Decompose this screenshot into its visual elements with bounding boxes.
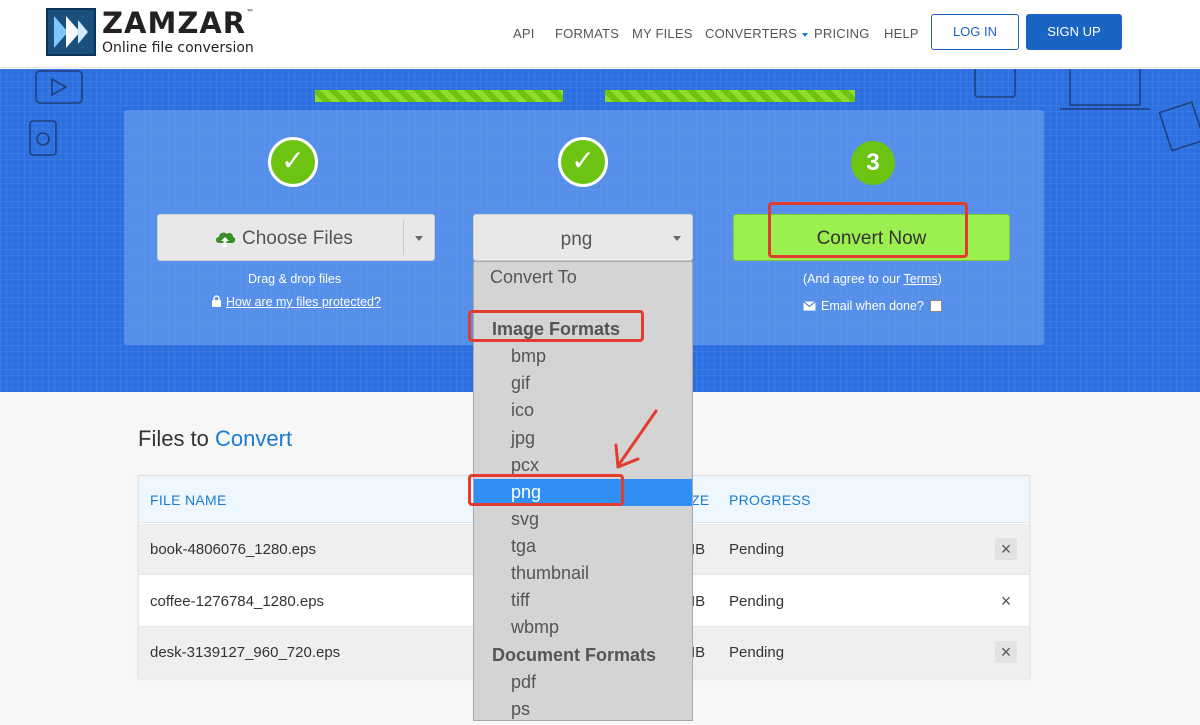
column-size: ZE bbox=[691, 492, 710, 508]
file-name-cell: coffee-1276784_1280.eps bbox=[150, 593, 325, 610]
option-pdf[interactable]: pdf bbox=[474, 669, 692, 696]
file-progress-cell: Pending bbox=[729, 541, 785, 558]
file-progress-cell: Pending bbox=[729, 644, 785, 661]
nav-api[interactable]: API bbox=[513, 26, 535, 41]
option-gif[interactable]: gif bbox=[474, 370, 692, 397]
chevron-down-icon[interactable] bbox=[415, 236, 423, 241]
files-protected-link[interactable]: How are my files protected? bbox=[211, 295, 381, 309]
brand-name[interactable]: ZAMZAR™ bbox=[102, 6, 255, 40]
annotation-arrow-icon bbox=[614, 409, 658, 469]
button-divider bbox=[403, 221, 404, 255]
step-3-number: 3 bbox=[851, 141, 895, 185]
file-name-cell: desk-3139127_960_720.eps bbox=[150, 644, 341, 661]
highlight-image-formats bbox=[468, 310, 644, 342]
files-to-convert-title: Files to Convert bbox=[138, 426, 293, 451]
remove-file-close-icon[interactable]: × bbox=[995, 641, 1017, 663]
site-header: ZAMZAR™ Online file conversion API FORMA… bbox=[0, 0, 1200, 68]
remove-file-close-icon[interactable]: × bbox=[995, 590, 1017, 612]
option-wbmp[interactable]: wbmp bbox=[474, 614, 692, 641]
option-ps[interactable]: ps bbox=[474, 696, 692, 720]
option-thumbnail[interactable]: thumbnail bbox=[474, 560, 692, 587]
chevron-down-icon bbox=[673, 236, 681, 241]
zamzar-logo-icon[interactable] bbox=[46, 8, 96, 56]
terms-agreement: (And agree to our Terms) bbox=[803, 272, 942, 286]
choose-files-button[interactable]: Choose Files bbox=[157, 214, 435, 261]
nav-my-files[interactable]: MY FILES bbox=[632, 26, 693, 41]
column-progress: PROGRESS bbox=[729, 492, 811, 508]
nav-help[interactable]: HELP bbox=[884, 26, 919, 41]
drag-drop-hint: Drag & drop files bbox=[248, 272, 342, 286]
chevron-down-icon bbox=[802, 32, 809, 37]
envelope-icon bbox=[803, 301, 816, 311]
step-2-complete-icon: ✓ bbox=[558, 137, 608, 187]
file-progress-cell: Pending bbox=[729, 593, 785, 610]
terms-link[interactable]: Terms bbox=[904, 272, 938, 286]
format-selected-value: png bbox=[560, 229, 593, 250]
option-svg[interactable]: svg bbox=[474, 506, 692, 533]
brand-tagline: Online file conversion bbox=[102, 40, 254, 56]
column-file-name: FILE NAME bbox=[150, 492, 227, 508]
email-when-done[interactable]: Email when done? bbox=[803, 299, 942, 313]
progress-track-1 bbox=[315, 90, 563, 102]
nav-pricing[interactable]: PRICING bbox=[814, 26, 870, 41]
option-tga[interactable]: tga bbox=[474, 533, 692, 560]
group-document-formats: Document Formats bbox=[492, 645, 657, 665]
email-checkbox[interactable] bbox=[929, 300, 942, 312]
nav-formats[interactable]: FORMATS bbox=[555, 26, 619, 41]
file-size-cell: IB bbox=[691, 644, 706, 661]
remove-file-close-icon[interactable]: × bbox=[995, 538, 1017, 560]
file-size-cell: IB bbox=[691, 593, 706, 610]
file-name-cell: book-4806076_1280.eps bbox=[150, 541, 316, 558]
signup-button[interactable]: SIGN UP bbox=[1026, 14, 1122, 50]
cloud-upload-icon bbox=[216, 232, 236, 247]
progress-track-2 bbox=[605, 90, 855, 102]
dropdown-header: Convert To bbox=[490, 267, 577, 287]
nav-converters[interactable]: CONVERTERS bbox=[705, 26, 809, 41]
highlight-png-option bbox=[468, 474, 624, 506]
file-size-cell: IB bbox=[691, 541, 706, 558]
step-1-complete-icon: ✓ bbox=[268, 137, 318, 187]
choose-files-label: Choose Files bbox=[242, 228, 353, 249]
option-tiff[interactable]: tiff bbox=[474, 587, 692, 614]
highlight-convert-now bbox=[768, 202, 968, 258]
lock-icon bbox=[212, 295, 221, 307]
login-button[interactable]: LOG IN bbox=[931, 14, 1019, 50]
format-select[interactable]: png bbox=[473, 214, 693, 261]
option-bmp[interactable]: bmp bbox=[474, 343, 692, 370]
